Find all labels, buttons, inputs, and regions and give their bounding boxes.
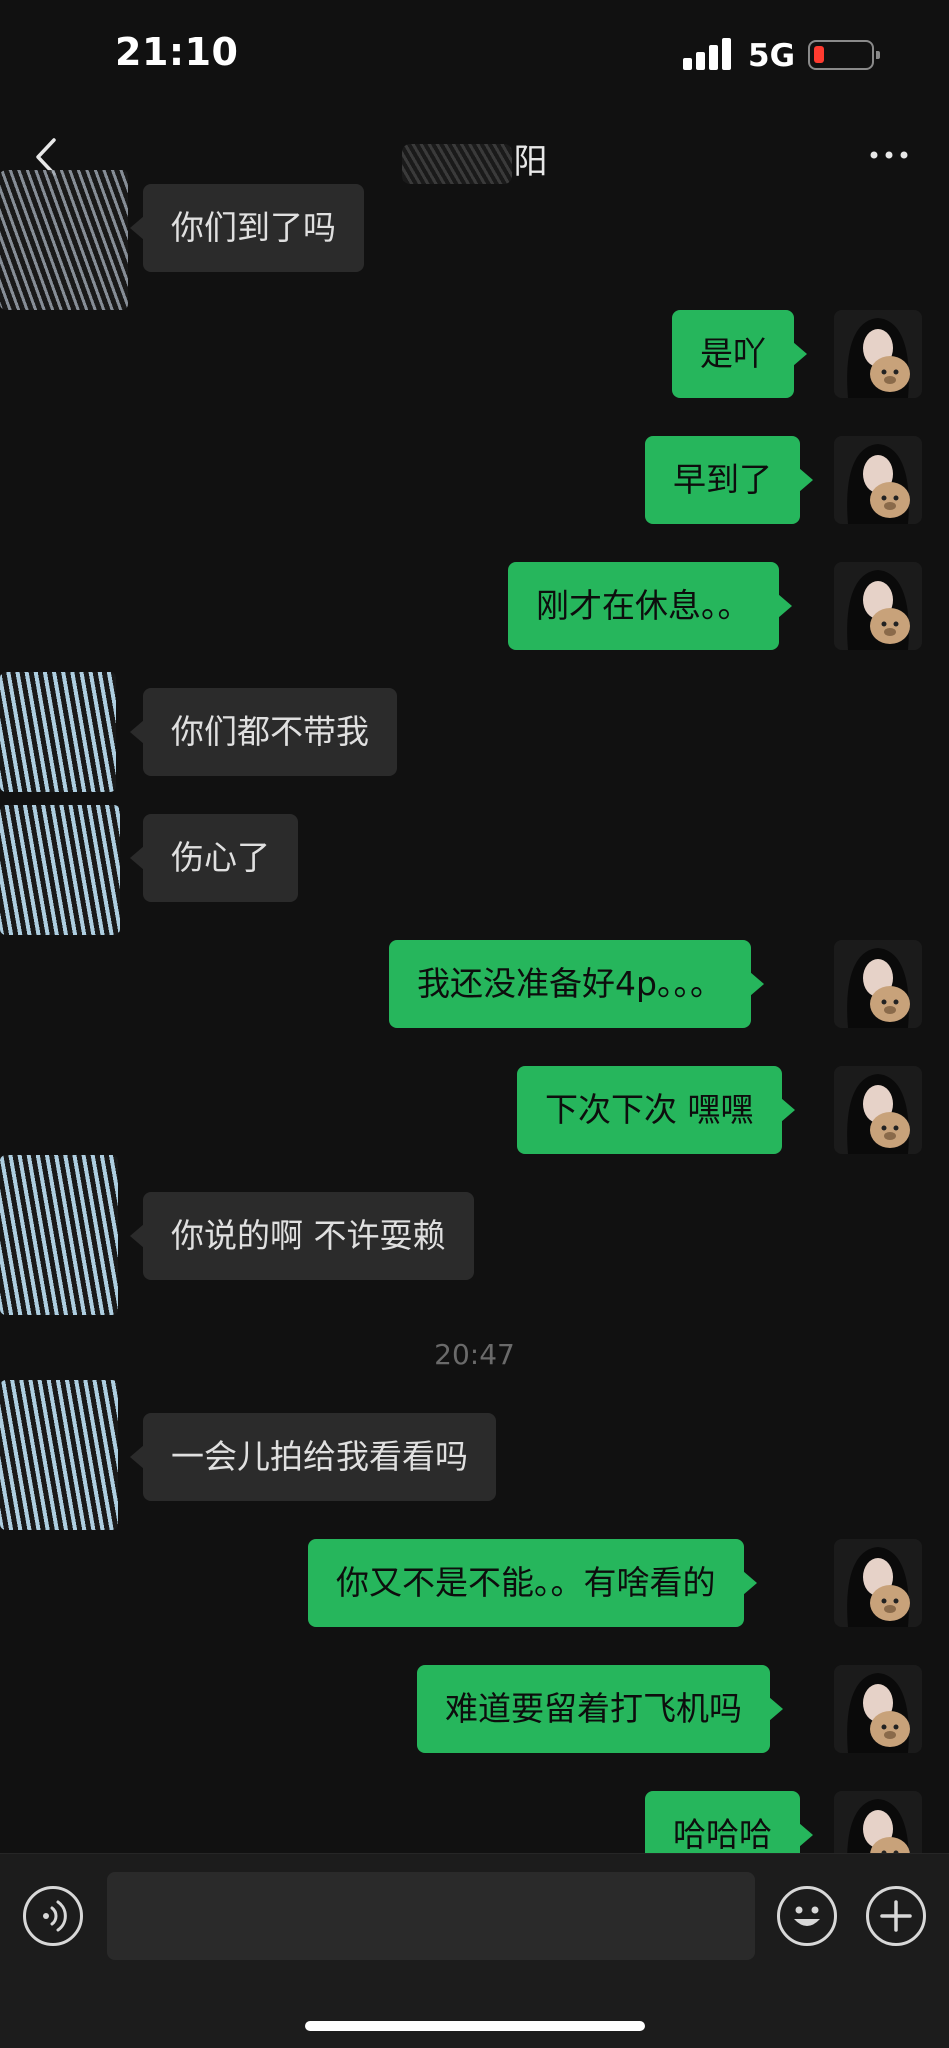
message-bubble-outgoing[interactable]: 你又不是不能。。有啥看的 bbox=[308, 1539, 756, 1627]
input-bar bbox=[0, 1853, 949, 2048]
ellipsis-icon[interactable] bbox=[864, 140, 914, 170]
message-timestamp: 20:47 bbox=[434, 1338, 515, 1371]
chat-title: 阳 bbox=[0, 134, 949, 184]
message-bubble-outgoing[interactable]: 下次下次 嘿嘿 bbox=[517, 1066, 794, 1154]
message-bubble-outgoing[interactable]: 早到了 bbox=[645, 436, 813, 524]
voice-icon[interactable] bbox=[23, 1886, 83, 1946]
my-avatar[interactable] bbox=[834, 1665, 922, 1753]
redacted-avatar[interactable] bbox=[0, 1380, 118, 1530]
message-bubble-outgoing[interactable]: 我还没准备好4p。。。 bbox=[389, 940, 764, 1028]
message-bubble-outgoing[interactable]: 难道要留着打飞机吗 bbox=[417, 1665, 783, 1753]
chat-screen: 21:10 5G 阳 你们到了吗 是吖 早到了 刚才在休息。。 你们都不带我 伤… bbox=[0, 0, 949, 2048]
emoji-icon[interactable] bbox=[777, 1886, 837, 1946]
my-avatar[interactable] bbox=[834, 940, 922, 1028]
my-avatar[interactable] bbox=[834, 436, 922, 524]
my-avatar[interactable] bbox=[834, 562, 922, 650]
redacted-avatar[interactable] bbox=[0, 1155, 118, 1315]
status-time: 21:10 bbox=[115, 30, 239, 74]
signal-icon bbox=[683, 38, 735, 70]
redacted-name bbox=[401, 143, 512, 184]
message-bubble-incoming[interactable]: 你们到了吗 bbox=[130, 184, 364, 272]
message-bubble-outgoing[interactable]: 是吖 bbox=[672, 310, 807, 398]
network-label: 5G bbox=[748, 38, 796, 74]
battery-icon bbox=[808, 40, 880, 70]
chat-title-text: 阳 bbox=[513, 142, 548, 182]
my-avatar[interactable] bbox=[834, 1066, 922, 1154]
message-input[interactable] bbox=[107, 1872, 755, 1960]
redacted-avatar[interactable] bbox=[0, 805, 120, 935]
message-bubble-incoming[interactable]: 你说的啊 不许耍赖 bbox=[130, 1192, 474, 1280]
home-indicator[interactable] bbox=[305, 2021, 645, 2031]
redacted-avatar[interactable] bbox=[0, 672, 116, 792]
redacted-avatar[interactable] bbox=[0, 170, 128, 310]
message-bubble-incoming[interactable]: 伤心了 bbox=[130, 814, 298, 902]
my-avatar[interactable] bbox=[834, 310, 922, 398]
my-avatar[interactable] bbox=[834, 1539, 922, 1627]
message-bubble-incoming[interactable]: 一会儿拍给我看看吗 bbox=[130, 1413, 496, 1501]
status-bar: 21:10 5G bbox=[0, 0, 949, 120]
plus-icon[interactable] bbox=[866, 1886, 926, 1946]
message-bubble-outgoing[interactable]: 刚才在休息。。 bbox=[508, 562, 791, 650]
message-bubble-incoming[interactable]: 你们都不带我 bbox=[130, 688, 397, 776]
